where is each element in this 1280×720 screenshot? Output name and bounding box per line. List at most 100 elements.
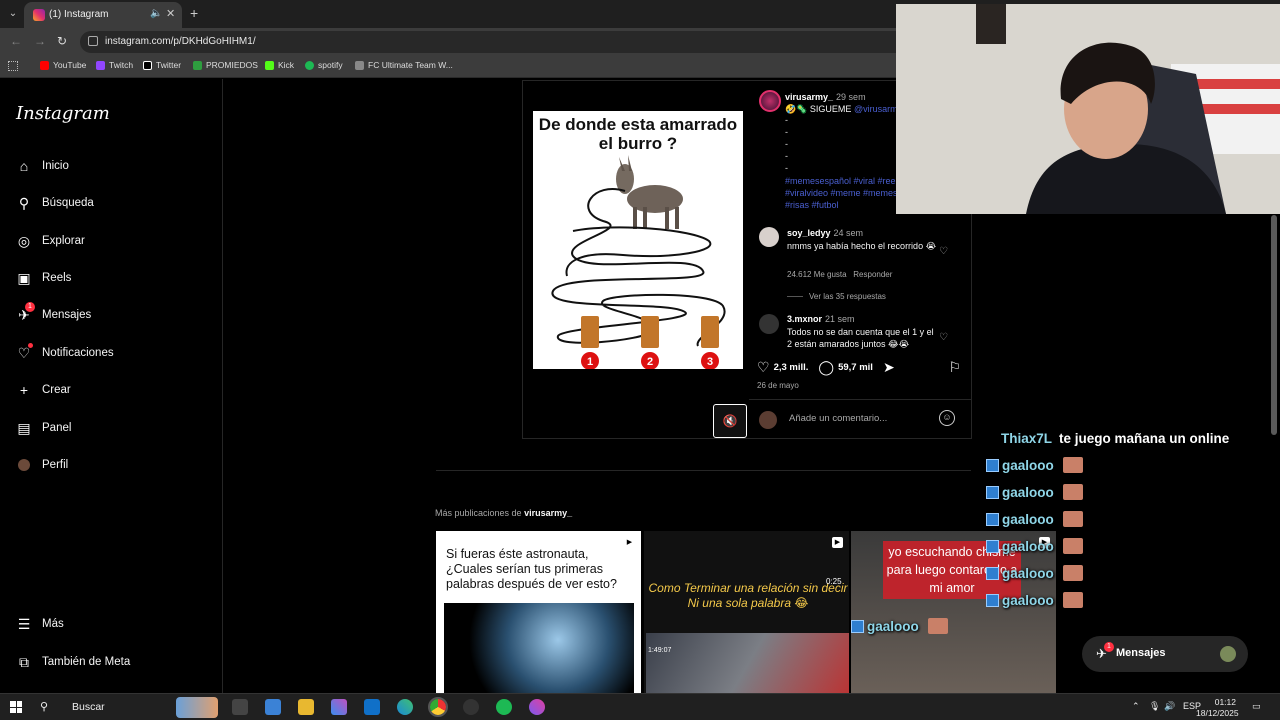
sidebar-item-reels[interactable]: ▣ Reels [16, 266, 71, 290]
speaker-icon[interactable]: 🔈 [150, 8, 162, 19]
bookmark-twitch[interactable]: Twitch [96, 60, 133, 70]
bookmark-label: YouTube [53, 60, 87, 70]
more-posts-heading: Más publicaciones de virusarmy_ [435, 508, 572, 518]
new-tab-button[interactable]: + [190, 5, 198, 21]
forward-arrow-icon[interactable]: → [34, 34, 46, 48]
bookmark-kick[interactable]: Kick [265, 60, 294, 70]
back-arrow-icon[interactable]: ← [10, 34, 22, 48]
chrome-icon[interactable] [428, 697, 448, 717]
messenger-icon: ✈ 1 [16, 302, 35, 323]
caption-mention[interactable]: @virusarmy [854, 104, 902, 114]
chrome-profile-icon[interactable] [529, 699, 545, 715]
sidebar-item-mas[interactable]: ☰ Más [16, 612, 64, 636]
ea-icon [355, 60, 364, 70]
reload-icon[interactable]: ↻ [57, 34, 67, 48]
comment-author-name[interactable]: 3.mxnor [787, 314, 822, 324]
author-avatar[interactable] [759, 90, 781, 112]
view-replies-label: Ver las 35 respuestas [809, 292, 886, 301]
file-explorer-icon[interactable] [298, 699, 314, 715]
taskbar-search[interactable]: ⚲ Buscar [36, 697, 221, 718]
comment-input[interactable]: Añade un comentario... [789, 413, 887, 424]
thumb-duration: 0:25 [826, 577, 842, 586]
x-icon [143, 60, 152, 70]
sidebar-item-notificaciones[interactable]: ♡ Notificaciones [16, 341, 114, 365]
bookmark-twitter[interactable]: Twitter [143, 60, 181, 70]
comment-time: 21 sem [825, 314, 855, 324]
like-count[interactable]: 2,3 mill. [774, 362, 809, 373]
comment-text: nmms ya había hecho el recorrido 😭 [787, 241, 937, 251]
notifications-icon[interactable]: ▭ [1252, 701, 1261, 712]
page-scrollbar[interactable] [1271, 215, 1277, 435]
bookmark-youtube[interactable]: YouTube [40, 60, 86, 70]
comment-likes[interactable]: 24.612 Me gusta [787, 270, 847, 279]
mute-button[interactable]: 🔇 [713, 404, 747, 438]
bookmark-save-icon[interactable]: ⚐ [948, 359, 961, 376]
edge-icon[interactable] [397, 699, 413, 715]
reply-button[interactable]: Responder [853, 270, 892, 279]
more-posts-user[interactable]: virusarmy_ [524, 508, 572, 518]
caption-author[interactable]: virusarmy_ 29 sem [785, 92, 866, 102]
bookmark-fc-ultimate-team[interactable]: FC Ultimate Team W... [355, 60, 453, 70]
outlook-icon[interactable] [364, 699, 380, 715]
comment-author[interactable]: soy_ledyy 24 sem [787, 228, 863, 238]
share-send-icon[interactable]: ➤ [883, 359, 895, 376]
view-replies[interactable]: Ver las 35 respuestas [787, 292, 886, 301]
emoji-smiley-icon[interactable]: ☺ [939, 410, 955, 426]
obs-icon[interactable] [463, 699, 479, 715]
close-icon[interactable]: ✕ [166, 7, 175, 20]
sidebar-item-inicio[interactable]: ⌂ Inicio [16, 154, 69, 178]
sidebar-item-perfil[interactable]: Perfil [16, 453, 68, 477]
copilot-icon[interactable] [331, 699, 347, 715]
author-name[interactable]: virusarmy_ [785, 92, 833, 102]
sidebar-item-busqueda[interactable]: ⚲ Búsqueda [16, 191, 94, 215]
address-bar[interactable]: instagram.com/p/DKHdGoHIHM1/ [80, 31, 910, 53]
sidebar-item-panel[interactable]: ▤ Panel [16, 416, 71, 440]
compass-icon: ◎ [17, 233, 31, 249]
tray-chevron-icon[interactable]: ⌃ [1132, 701, 1140, 712]
chat-message: gaalooo [986, 565, 1083, 581]
sidebar-item-label: Reels [42, 272, 72, 284]
caption-hashtags[interactable]: #memesespañol #viral #reels #viralvideo … [785, 175, 905, 211]
sidebar-item-meta[interactable]: ⧉ También de Meta [16, 650, 130, 674]
sidebar-item-crear[interactable]: + Crear [16, 378, 71, 402]
more-post-thumb[interactable]: Como Terminar una relación sin decir Ni … [644, 531, 849, 693]
sidebar-item-mensajes[interactable]: ✈ 1 Mensajes [16, 302, 91, 327]
chat-emote-icon [1062, 592, 1083, 608]
volume-icon[interactable]: 🔊 [1164, 701, 1175, 712]
comment-like-heart-icon[interactable]: ♡ [939, 332, 948, 343]
bookmark-label: PROMIEDOS [206, 60, 258, 70]
site-info-icon[interactable] [88, 36, 98, 46]
chat-badge-icon [986, 458, 999, 472]
apps-grid-icon[interactable] [8, 61, 18, 71]
chat-message: gaalooo [986, 484, 1083, 500]
task-view-icon[interactable] [232, 699, 248, 715]
tab-search-icon[interactable]: ⌄ [4, 5, 22, 23]
comment-like-heart-icon[interactable]: ♡ [939, 246, 948, 257]
more-post-thumb[interactable]: yo escuchando chisme para luego contarce… [851, 531, 1056, 693]
microphone-icon[interactable]: 🎙 [1149, 701, 1160, 712]
menu-icon: ☰ [17, 616, 31, 632]
spotify-icon[interactable] [496, 699, 512, 715]
more-post-thumb[interactable]: Si fueras éste astronauta, ¿Cuales sería… [436, 531, 641, 693]
browser-tab[interactable]: (1) Instagram 🔈 ✕ [24, 2, 182, 28]
instagram-logo[interactable]: Instagram [16, 103, 110, 124]
post-number-3: 3 [707, 356, 713, 368]
commenter-avatar[interactable] [759, 314, 779, 334]
bookmark-spotify[interactable]: spotify [305, 60, 343, 70]
chart-icon: ▤ [17, 420, 31, 436]
bookmark-promiedos[interactable]: PROMIEDOS [193, 60, 258, 70]
chat-username: gaalooo [1002, 538, 1054, 554]
post-media[interactable]: De donde esta amarrado el burro ? 1 2 3 … [523, 81, 749, 438]
windows-start-icon[interactable] [10, 701, 22, 713]
like-heart-icon[interactable]: ♡ [757, 359, 770, 376]
comment-bubble-icon[interactable]: ◯ [818, 359, 834, 376]
chat-badge-icon [851, 619, 864, 633]
comment-author-name[interactable]: soy_ledyy [787, 228, 831, 238]
messages-floating-button[interactable]: ✈ 1 Mensajes [1082, 636, 1248, 672]
sidebar-item-explorar[interactable]: ◎ Explorar [16, 229, 85, 253]
taskbar-clock[interactable]: 01:12 18/12/2025 [1196, 697, 1239, 719]
sidebar-item-label: Crear [42, 384, 71, 396]
store-icon[interactable] [265, 699, 281, 715]
comment-author[interactable]: 3.mxnor 21 sem [787, 314, 855, 324]
commenter-avatar[interactable] [759, 227, 779, 247]
